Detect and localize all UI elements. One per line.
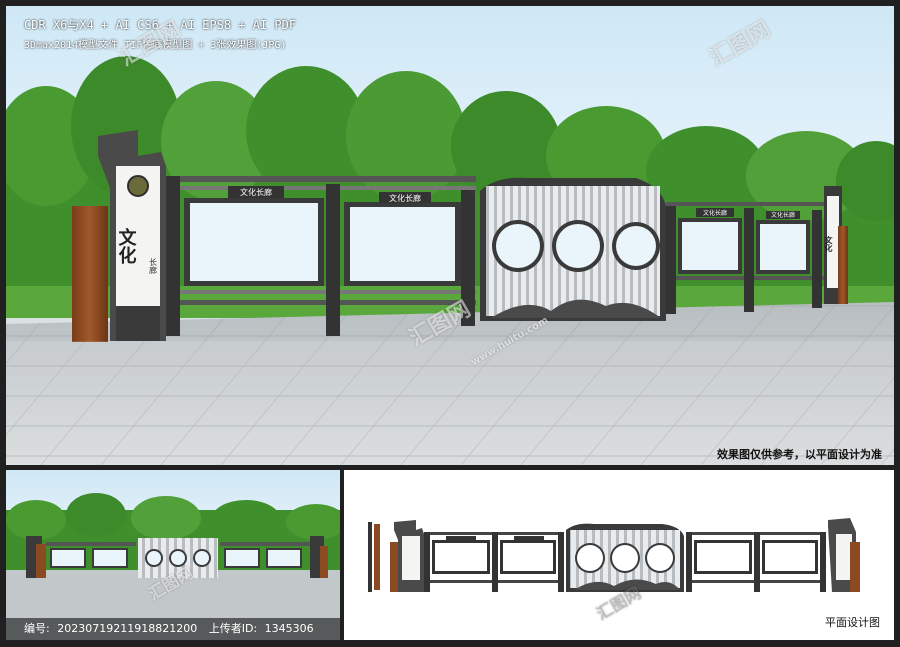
pillar-subtitle: 长廊 xyxy=(149,257,158,275)
meta-bar: 编号: 20230719211918821200 上传者ID: 1345306 xyxy=(6,618,340,640)
uploader-value: 1345306 xyxy=(264,622,314,635)
central-gate xyxy=(480,177,666,321)
board-tag-3: 文化长廊 xyxy=(703,209,727,217)
pillar-title: 文化 xyxy=(116,227,137,265)
board-tag-1: 文化长廊 xyxy=(240,187,272,197)
board-tag-4: 文化长廊 xyxy=(771,211,795,219)
id-label: 编号: xyxy=(24,622,50,635)
thumbnail-render: 汇图网 编号: 20230719211918821200 上传者ID: 1345… xyxy=(6,470,340,640)
main-render: 文化 长廊 文化长廊 文化长廊 文化长廊 文化长廊 文化 CDR X6与X4 +… xyxy=(6,6,894,465)
plan-drawing: 汇图网 平面设计图 xyxy=(344,470,894,640)
format-caption: CDR X6与X4 + AI CS6 + AI EPS8 + AI PDF xyxy=(24,18,297,32)
thumbnail-scene xyxy=(6,493,340,640)
plan-scene xyxy=(368,518,860,592)
file-caption: 3Dmax2014模型文件 TIF稀底模型图 + 3张效果图(JPG) xyxy=(24,40,287,51)
id-value: 20230719211918821200 xyxy=(57,622,198,635)
uploader-label: 上传者ID: xyxy=(208,622,258,635)
board-tag-2: 文化长廊 xyxy=(389,193,421,203)
plan-label: 平面设计图 xyxy=(825,616,880,629)
disclaimer-text: 效果图仅供参考，以平面设计为准 xyxy=(717,448,882,461)
main-scene: 文化 长廊 文化长廊 文化长廊 文化长廊 文化长廊 文化 xyxy=(6,56,894,465)
right-pillar-title: 文化 xyxy=(823,235,834,253)
